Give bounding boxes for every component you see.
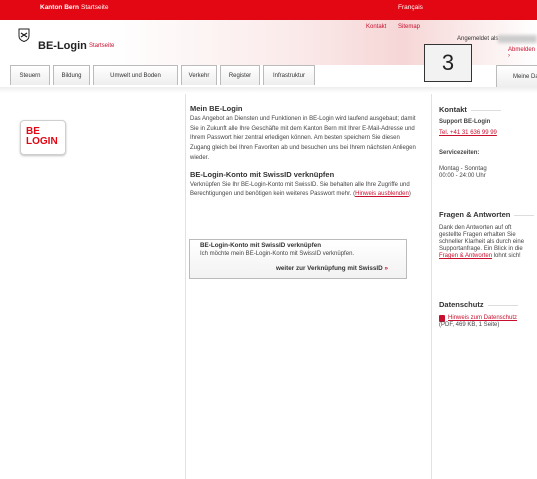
datenschutz-file-info: (PDF, 469 KB, 1 Seite) xyxy=(439,322,500,328)
be-login-logo: BE LOGIN xyxy=(20,120,66,155)
top-bar: Kanton Bern Startseite Français xyxy=(0,0,537,20)
swissid-connect-label[interactable]: weiter zur Verknüpfung mit SwissID xyxy=(276,265,383,272)
logged-in-label: Angemeldet als: xyxy=(457,36,501,42)
header-startseite-link[interactable]: Startseite xyxy=(89,43,114,49)
kontakt-link[interactable]: Kontakt xyxy=(366,24,386,30)
faq-heading: Fragen & Antworten xyxy=(439,210,535,219)
main-title: Mein BE-Login xyxy=(190,104,243,113)
support-phone-link[interactable]: Tel. +41 31 636 99 99 xyxy=(439,130,497,138)
topbar-startseite-link[interactable]: Startseite xyxy=(81,4,108,11)
kanton-bern-link[interactable]: Kanton Bern xyxy=(40,4,79,11)
support-label-text: Support BE-Login xyxy=(439,119,491,125)
username-redacted xyxy=(498,35,537,43)
logout-link[interactable]: Abmelden › xyxy=(508,47,537,59)
faq-link[interactable]: Fragen & Antworten xyxy=(439,253,492,259)
service-hours: 00:00 - 24:00 Uhr xyxy=(439,173,486,179)
faq-text-tail: lohnt sich! xyxy=(492,253,521,259)
tab-verkehr[interactable]: Verkehr xyxy=(181,65,217,85)
kontakt-heading: Kontakt xyxy=(439,105,501,114)
tab-infrastruktur[interactable]: Infrastruktur xyxy=(263,65,315,85)
tab-steuern[interactable]: Steuern xyxy=(10,65,50,85)
datenschutz-heading: Datenschutz xyxy=(439,300,518,309)
servicezeiten-label: Servicezeiten: xyxy=(439,150,479,158)
sitemap-link[interactable]: Sitemap xyxy=(398,24,420,30)
logo-line-login: LOGIN xyxy=(26,136,58,147)
faq-text-line5: Fragen & Antworten lohnt sich! xyxy=(439,253,521,261)
app-title[interactable]: BE-Login xyxy=(38,40,87,52)
hide-hint-link[interactable]: Hinweis ausblenden xyxy=(355,191,409,197)
tab-umwelt-und-boden[interactable]: Umwelt und Boden xyxy=(93,65,178,85)
swissid-box-text: Ich möchte mein BE-Login-Konto mit Swiss… xyxy=(200,251,355,257)
datenschutz-heading-label: Datenschutz xyxy=(439,300,484,309)
swissid-link-box: BE-Login-Konto mit SwissID verknüpfen Ic… xyxy=(189,239,407,279)
language-francais-link[interactable]: Français xyxy=(398,4,423,11)
swissid-heading: BE-Login-Konto mit SwissID verknüpfen xyxy=(190,169,335,179)
swissid-box-title: BE-Login-Konto mit SwissID verknüpfen xyxy=(200,242,322,249)
kontakt-heading-label: Kontakt xyxy=(439,105,467,114)
swissid-text: Verknüpfen Sie Ihr BE-Login-Konto mit Sw… xyxy=(190,181,411,198)
nav-shadow xyxy=(0,87,537,93)
servicezeiten-label-text: Servicezeiten: xyxy=(439,150,480,156)
tab-bildung[interactable]: Bildung xyxy=(53,65,90,85)
swissid-connect-link[interactable]: weiter zur Verknüpfung mit SwissID » xyxy=(276,265,388,272)
support-label: Support BE-Login xyxy=(439,119,490,127)
tab-meine-daten[interactable]: Meine Date xyxy=(496,65,537,87)
tab-register[interactable]: Register xyxy=(220,65,260,85)
canton-bern-crest-icon[interactable] xyxy=(18,28,30,42)
main-content: Mein BE-Login Das Angebot an Diensten un… xyxy=(190,104,416,200)
pdf-icon xyxy=(439,315,445,322)
main-navigation: Steuern Bildung Umwelt und Boden Verkehr… xyxy=(10,65,537,88)
double-arrow-right-icon: » xyxy=(384,265,388,272)
intro-text: Das Angebot an Diensten und Funktionen i… xyxy=(190,116,416,161)
faq-heading-label: Fragen & Antworten xyxy=(439,210,511,219)
